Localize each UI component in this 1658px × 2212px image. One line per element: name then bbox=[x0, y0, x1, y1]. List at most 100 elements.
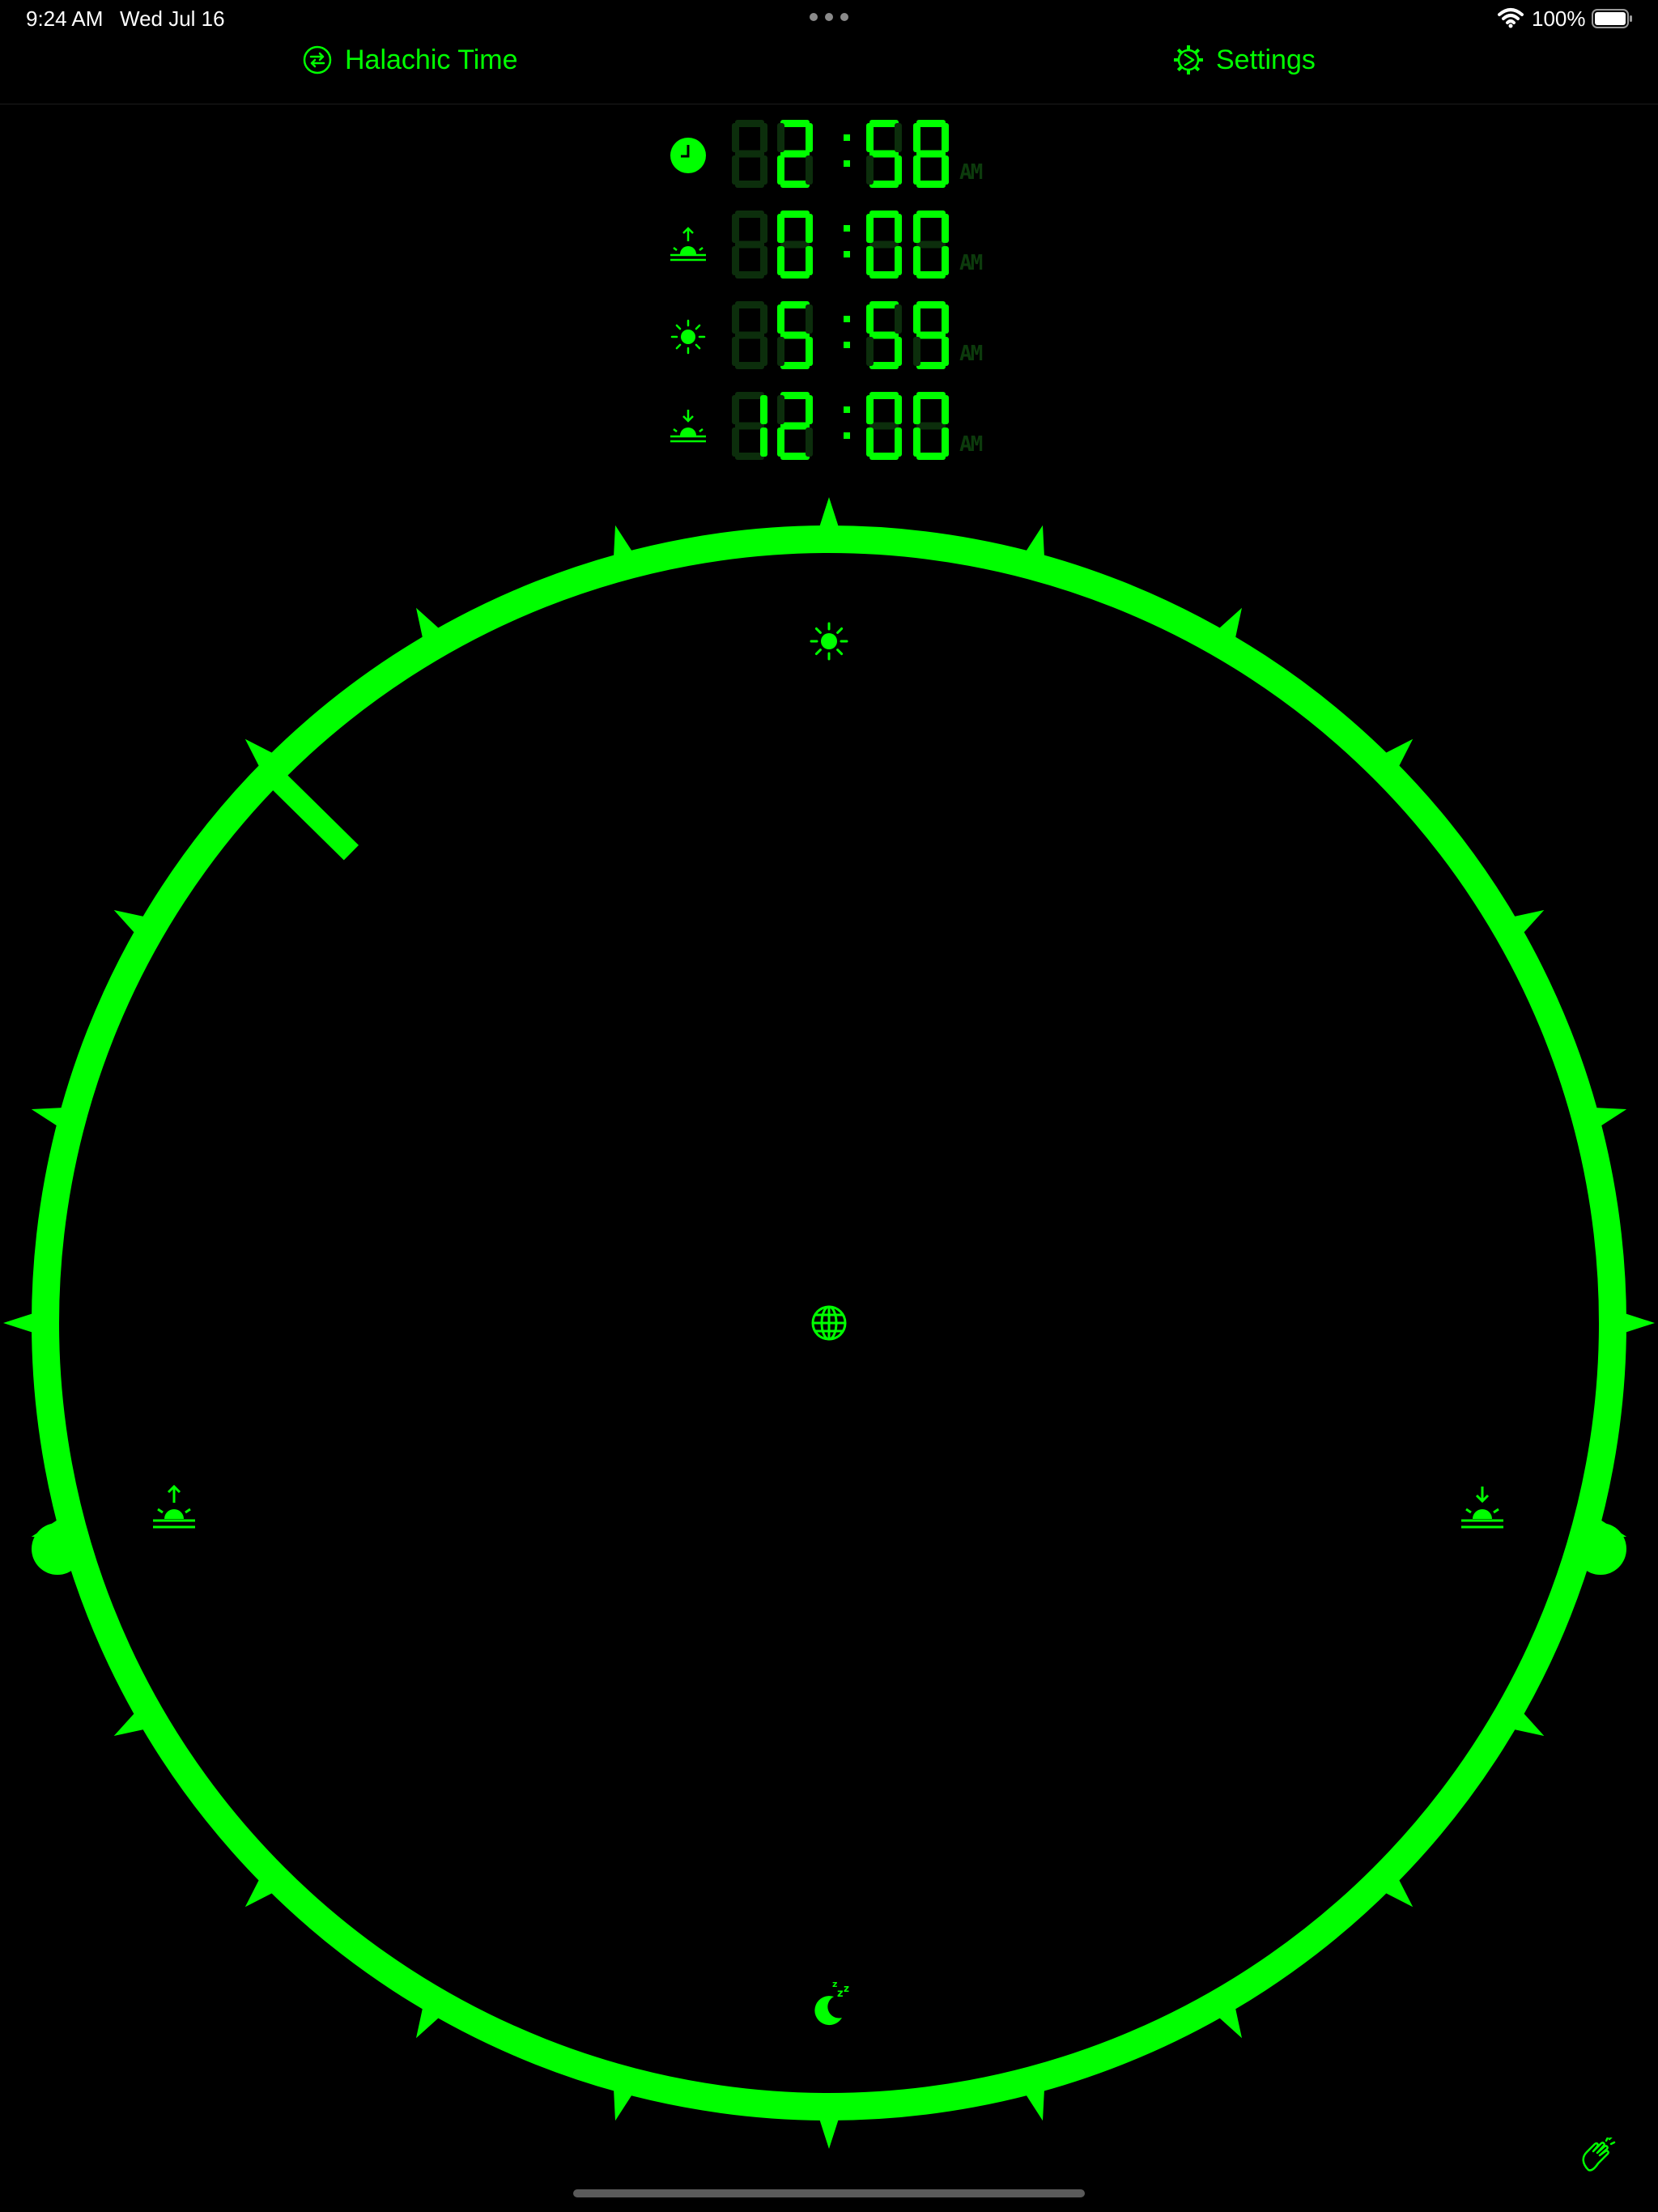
colon-dot bbox=[844, 225, 850, 232]
digit-segment bbox=[780, 211, 810, 218]
moon-sleep-icon: z z z bbox=[814, 1979, 849, 2026]
colon-dot bbox=[844, 251, 850, 257]
digit-segment bbox=[760, 155, 767, 185]
digit-segment bbox=[806, 123, 813, 152]
halachic-time-button[interactable]: Halachic Time bbox=[301, 37, 518, 83]
digit-segment bbox=[869, 120, 899, 127]
digit-segment bbox=[895, 428, 902, 457]
digit-segment bbox=[777, 304, 784, 334]
battery-icon bbox=[1592, 9, 1632, 28]
digit-segment bbox=[760, 214, 767, 243]
digit-segment bbox=[806, 337, 813, 366]
battery-percent: 100% bbox=[1532, 6, 1586, 31]
digit-segment bbox=[866, 123, 874, 152]
digit-segment bbox=[735, 181, 764, 188]
digit-segment bbox=[942, 428, 949, 457]
ampm-sunset: AM bbox=[959, 432, 983, 457]
digit-segment bbox=[777, 123, 784, 152]
globe-icon[interactable] bbox=[811, 1305, 847, 1341]
readout-sunrise: AM bbox=[664, 204, 1004, 291]
status-date: Wed Jul 16 bbox=[120, 6, 225, 31]
readout-midday: AM bbox=[664, 295, 1004, 382]
clapping-hands-icon[interactable] bbox=[1577, 2138, 1619, 2180]
digit-segment bbox=[732, 428, 739, 457]
settings-button[interactable]: Settings bbox=[1172, 37, 1316, 83]
digit-segment bbox=[869, 181, 899, 188]
ampm-midday: AM bbox=[959, 342, 983, 366]
digit-segment bbox=[916, 150, 946, 158]
digit-segment bbox=[913, 428, 920, 457]
digit-segment bbox=[780, 120, 810, 127]
digit-segment bbox=[869, 422, 899, 430]
digit-segment bbox=[780, 181, 810, 188]
digit-segment bbox=[777, 155, 784, 185]
status-time: 9:24 AM bbox=[26, 6, 104, 31]
digit-segment bbox=[916, 392, 946, 399]
digit-segment bbox=[732, 337, 739, 366]
digit-segment bbox=[869, 301, 899, 308]
ampm-current-time: AM bbox=[959, 160, 983, 185]
digit-segment bbox=[869, 240, 899, 249]
halachic-clock-face[interactable]: z z z bbox=[0, 470, 1658, 2186]
settings-label: Settings bbox=[1216, 44, 1316, 75]
sun-icon bbox=[810, 622, 848, 661]
digit-segment bbox=[895, 304, 902, 334]
svg-text:z: z bbox=[832, 1979, 837, 1989]
digit-segment bbox=[735, 301, 764, 308]
svg-text:z: z bbox=[844, 1983, 849, 1994]
digit-segment bbox=[869, 211, 899, 218]
multitasking-dots-icon[interactable] bbox=[810, 13, 848, 23]
digit-segment bbox=[732, 304, 739, 334]
sunrise-icon bbox=[670, 227, 706, 262]
digit-segment bbox=[913, 246, 920, 275]
digit-segment bbox=[913, 123, 920, 152]
digit-segment bbox=[806, 428, 813, 457]
colon-dot bbox=[844, 432, 850, 439]
digit-segment bbox=[916, 271, 946, 279]
digit-segment bbox=[866, 304, 874, 334]
digit-segment bbox=[777, 395, 784, 424]
digit-segment bbox=[806, 155, 813, 185]
digit-segment bbox=[735, 422, 764, 430]
colon-dot bbox=[844, 406, 850, 413]
colon-dot bbox=[844, 316, 850, 322]
digit-segment bbox=[869, 331, 899, 339]
digit-segment bbox=[916, 453, 946, 460]
digit-segment bbox=[735, 120, 764, 127]
digit-segment bbox=[777, 337, 784, 366]
home-indicator[interactable] bbox=[573, 2189, 1085, 2197]
readout-current-time: AM bbox=[664, 113, 1004, 201]
digit-segment bbox=[806, 214, 813, 243]
digit-segment bbox=[866, 395, 874, 424]
digit-segment bbox=[735, 392, 764, 399]
digits-sunrise bbox=[732, 211, 949, 279]
digit-segment bbox=[780, 422, 810, 430]
digit-segment bbox=[916, 301, 946, 308]
app-screen: 9:24 AM Wed Jul 16 100% Halachic Time Se… bbox=[0, 0, 1658, 2212]
digit-segment bbox=[913, 304, 920, 334]
digit-segment bbox=[913, 395, 920, 424]
digit-segment bbox=[760, 337, 767, 366]
digit-segment bbox=[916, 331, 946, 339]
digit-segment bbox=[916, 181, 946, 188]
digit-segment bbox=[942, 337, 949, 366]
digit-segment bbox=[780, 271, 810, 279]
digit-segment bbox=[777, 214, 784, 243]
digit-segment bbox=[777, 246, 784, 275]
digit-segment bbox=[942, 123, 949, 152]
sunset-marker-dot bbox=[1575, 1523, 1626, 1575]
digit-segment bbox=[895, 395, 902, 424]
digit-segment bbox=[916, 120, 946, 127]
digits-midday bbox=[732, 301, 949, 369]
digit-segment bbox=[913, 214, 920, 243]
digit-segment bbox=[866, 337, 874, 366]
digit-segment bbox=[895, 123, 902, 152]
halachic-time-label: Halachic Time bbox=[345, 44, 518, 75]
time-readouts: AM AM AM AM bbox=[664, 113, 1004, 470]
digit-segment bbox=[895, 337, 902, 366]
sunset-icon bbox=[670, 410, 706, 443]
digit-segment bbox=[780, 453, 810, 460]
digit-segment bbox=[806, 304, 813, 334]
colon-dot bbox=[844, 160, 850, 167]
digit-segment bbox=[777, 428, 784, 457]
